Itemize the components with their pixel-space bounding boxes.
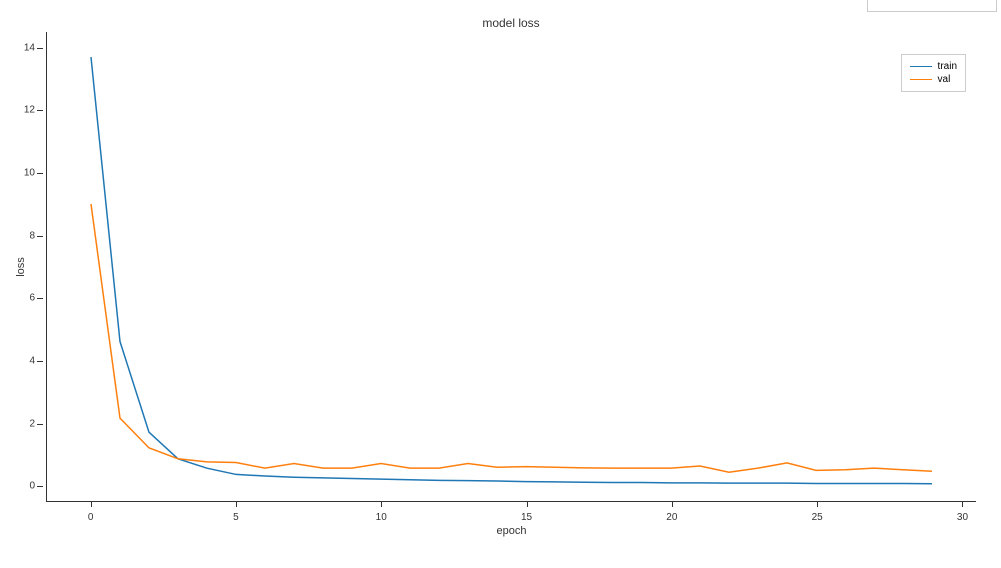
y-tick — [37, 486, 43, 487]
x-tick — [527, 501, 528, 507]
plot-area: loss epoch 02468101214 051015202530 trai… — [46, 32, 976, 502]
legend-item-train: train — [910, 61, 957, 72]
y-tick — [37, 173, 43, 174]
legend-line-icon — [910, 79, 932, 80]
y-tick-label: 0 — [15, 481, 35, 492]
y-tick — [37, 48, 43, 49]
x-axis-label: epoch — [497, 525, 527, 537]
x-tick-label: 0 — [88, 512, 94, 523]
y-tick-label: 2 — [15, 418, 35, 429]
y-tick-label: 10 — [15, 168, 35, 179]
legend-item-val: val — [910, 74, 957, 85]
chart-container: model loss loss epoch 02468101214 051015… — [46, 18, 976, 518]
y-tick-label: 14 — [15, 42, 35, 53]
y-axis-label: loss — [15, 257, 27, 277]
x-tick-label: 30 — [957, 512, 968, 523]
legend-label: val — [938, 74, 951, 85]
x-tick-label: 20 — [666, 512, 677, 523]
y-tick — [37, 110, 43, 111]
y-tick-label: 12 — [15, 105, 35, 116]
y-tick — [37, 361, 43, 362]
x-tick-label: 15 — [521, 512, 532, 523]
legend: train val — [901, 54, 966, 92]
y-tick-label: 6 — [15, 293, 35, 304]
chart-lines — [47, 32, 976, 501]
y-tick-label: 4 — [15, 356, 35, 367]
x-tick — [817, 501, 818, 507]
x-tick — [962, 501, 963, 507]
legend-label: train — [938, 61, 957, 72]
y-tick — [37, 236, 43, 237]
y-tick — [37, 298, 43, 299]
x-tick-label: 25 — [812, 512, 823, 523]
x-tick — [381, 501, 382, 507]
x-tick — [236, 501, 237, 507]
y-tick — [37, 424, 43, 425]
series-line-train — [91, 57, 932, 484]
series-line-val — [91, 204, 932, 472]
x-tick-label: 10 — [376, 512, 387, 523]
x-tick-label: 5 — [233, 512, 239, 523]
top-legend-fragment — [867, 0, 997, 12]
chart-title: model loss — [482, 16, 539, 30]
y-tick-label: 8 — [15, 230, 35, 241]
legend-line-icon — [910, 66, 932, 67]
x-tick — [91, 501, 92, 507]
x-tick — [672, 501, 673, 507]
